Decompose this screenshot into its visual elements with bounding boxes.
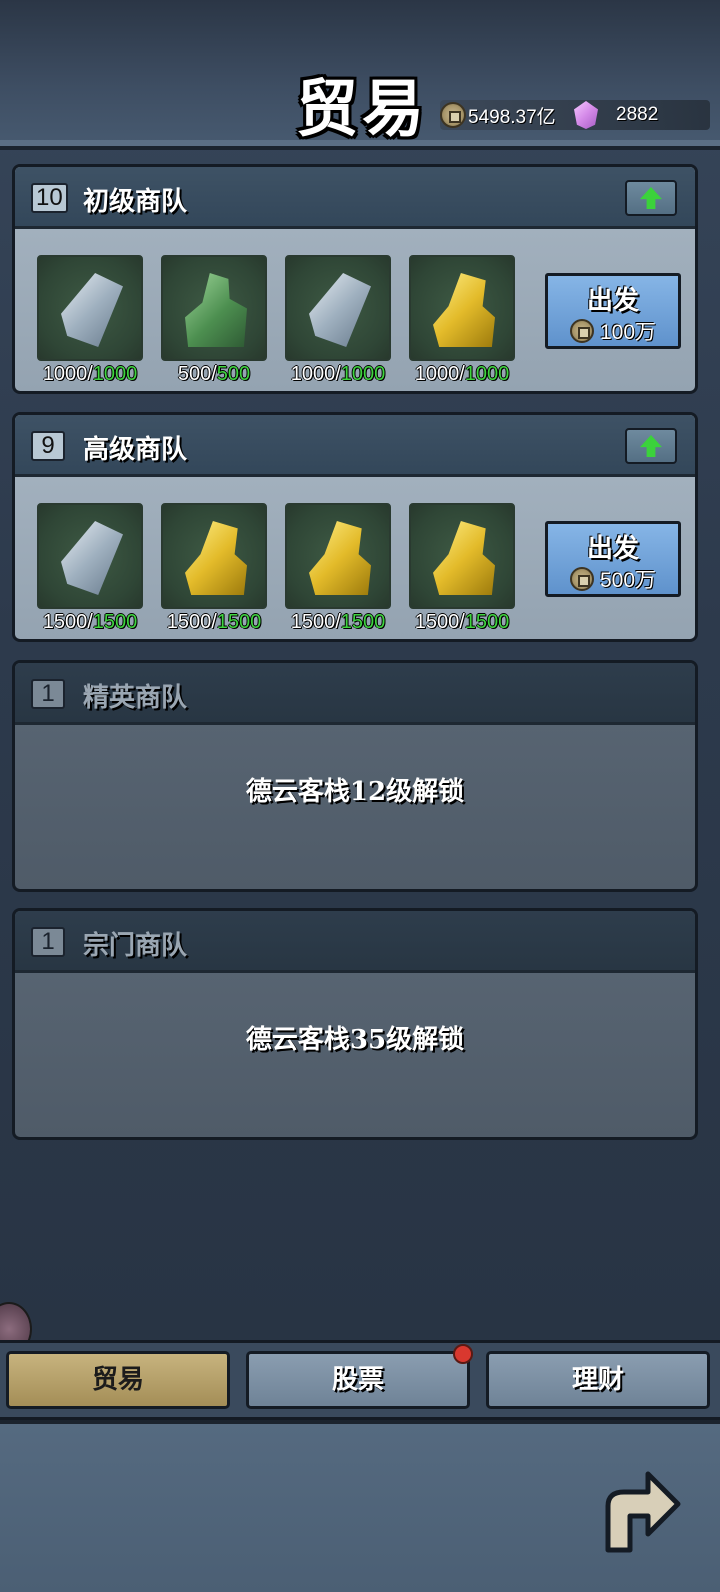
- coin-amount: 5498.37亿: [468, 106, 556, 128]
- upgrade-arrow-icon[interactable]: [625, 180, 677, 216]
- caravan-level: 1: [31, 927, 65, 957]
- goods-slot: [409, 503, 515, 609]
- gold-ore-icon: [309, 521, 371, 595]
- goods-item[interactable]: 1000/1000: [409, 255, 515, 386]
- caravan-header: 1 精英商队: [15, 663, 695, 725]
- goods-quantity: 1500/1500: [42, 611, 138, 633]
- goods-quantity: 1000/1000: [42, 363, 138, 385]
- goods-item[interactable]: 1000/1000: [285, 255, 391, 386]
- goods-item[interactable]: 1000/1000: [37, 255, 143, 386]
- depart-cost: 100万: [548, 316, 678, 346]
- tab-trade[interactable]: 贸易: [6, 1351, 230, 1409]
- goods-quantity: 1500/1500: [414, 611, 510, 633]
- back-arrow-icon[interactable]: [596, 1462, 682, 1554]
- depart-button[interactable]: 出发 100万: [545, 273, 681, 349]
- caravan-header: 10 初级商队: [15, 167, 695, 229]
- caravan-level: 9: [31, 431, 65, 461]
- goods-slot: [409, 255, 515, 361]
- silver-ore-icon: [61, 273, 123, 347]
- caravan-name: 宗门商队: [83, 931, 188, 961]
- caravan-name: 精英商队: [83, 683, 188, 713]
- goods-slot: [37, 255, 143, 361]
- caravan-header: 9 高级商队: [15, 415, 695, 477]
- coin-icon: [569, 319, 594, 343]
- goods-slot: [285, 503, 391, 609]
- coin-icon: [440, 102, 466, 128]
- depart-label: 出发: [586, 286, 639, 316]
- caravan-panel-basic: 10 初级商队 1000/1000 500/500 1000/1000 1000…: [12, 164, 698, 394]
- depart-label: 出发: [586, 534, 639, 564]
- goods-item[interactable]: 1500/1500: [37, 503, 143, 634]
- caravan-name: 高级商队: [83, 435, 188, 465]
- tab-stocks[interactable]: 股票: [246, 1344, 473, 1409]
- unlock-requirement: 德云客栈35级解锁: [245, 1025, 465, 1055]
- goods-slot: [161, 255, 267, 361]
- caravan-name: 初级商队: [83, 187, 188, 217]
- gem-balance: 2882: [574, 100, 658, 130]
- gold-ore-icon: [433, 273, 495, 347]
- unlock-requirement: 德云客栈12级解锁: [245, 777, 465, 807]
- goods-item[interactable]: 1500/1500: [161, 503, 267, 634]
- upgrade-arrow-icon[interactable]: [625, 428, 677, 464]
- goods-item[interactable]: 1500/1500: [409, 503, 515, 634]
- depart-cost: 500万: [548, 564, 678, 594]
- notification-dot: [453, 1344, 473, 1364]
- top-header: 贸易 5498.37亿 2882: [0, 0, 720, 150]
- jade-ore-icon: [185, 273, 247, 347]
- goods-slot: [285, 255, 391, 361]
- goods-quantity: 500/500: [177, 363, 251, 385]
- depart-button[interactable]: 出发 500万: [545, 521, 681, 597]
- tab-bar: 贸易 股票 理财: [0, 1340, 720, 1420]
- goods-item[interactable]: 1500/1500: [285, 503, 391, 634]
- goods-quantity: 1500/1500: [166, 611, 262, 633]
- goods-quantity: 1000/1000: [414, 363, 510, 385]
- tab-label: 股票: [331, 1365, 384, 1395]
- goods-quantity: 1000/1000: [290, 363, 386, 385]
- bottom-bar: [0, 1420, 720, 1592]
- gold-ore-icon: [185, 521, 247, 595]
- tab-finance[interactable]: 理财: [486, 1351, 710, 1409]
- caravan-panel-sect: 1 宗门商队 德云客栈35级解锁: [12, 908, 698, 1140]
- coin-balance: 5498.37亿: [440, 100, 556, 130]
- gold-ore-icon: [433, 521, 495, 595]
- silver-ore-icon: [309, 273, 371, 347]
- goods-item[interactable]: 500/500: [161, 255, 267, 386]
- caravan-level: 10: [31, 183, 68, 213]
- gem-amount: 2882: [616, 104, 659, 125]
- caravan-panel-advanced: 9 高级商队 1500/1500 1500/1500 1500/1500 150…: [12, 412, 698, 642]
- goods-slot: [37, 503, 143, 609]
- caravan-panel-elite: 1 精英商队 德云客栈12级解锁: [12, 660, 698, 892]
- gem-icon: [574, 101, 598, 129]
- goods-slot: [161, 503, 267, 609]
- goods-quantity: 1500/1500: [290, 611, 386, 633]
- silver-ore-icon: [61, 521, 123, 595]
- resource-bar: 5498.37亿 2882: [440, 100, 710, 130]
- page-title: 贸易: [296, 72, 429, 145]
- coin-icon: [569, 567, 594, 591]
- caravan-header: 1 宗门商队: [15, 911, 695, 973]
- caravan-level: 1: [31, 679, 65, 709]
